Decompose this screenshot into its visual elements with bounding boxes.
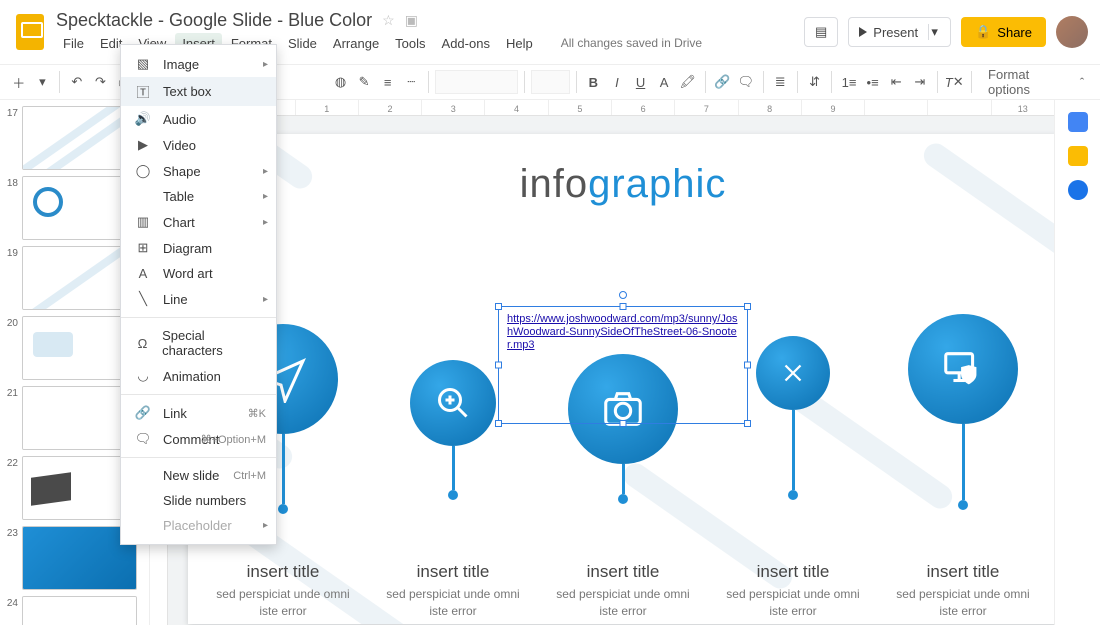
italic-button[interactable]: I — [606, 69, 628, 95]
fill-color-button[interactable]: ◍ — [330, 69, 352, 95]
save-status: All changes saved in Drive — [554, 33, 709, 54]
slide-thumb-24[interactable] — [22, 596, 137, 625]
toolbar-collapse[interactable]: ˆ — [1072, 75, 1092, 90]
comments-button[interactable]: ▤ — [804, 17, 838, 47]
resize-handle[interactable] — [620, 303, 627, 310]
text-color-button[interactable]: A — [653, 69, 675, 95]
account-avatar[interactable] — [1056, 16, 1088, 48]
image-icon: ▧ — [133, 56, 153, 72]
wordart-icon: A — [133, 266, 153, 281]
play-icon — [859, 27, 867, 37]
rotate-handle[interactable] — [619, 291, 627, 299]
menu-item-table[interactable]: Table▸ — [121, 184, 276, 209]
menu-slide[interactable]: Slide — [281, 33, 324, 54]
resize-handle[interactable] — [495, 420, 502, 427]
shape-icon: ◯ — [133, 163, 153, 179]
menu-item-slidenumbers[interactable]: Slide numbers — [121, 488, 276, 513]
align-button[interactable]: ≣ — [769, 69, 791, 95]
menu-item-shape[interactable]: ◯Shape▸ — [121, 158, 276, 184]
menu-item-line[interactable]: ╲Line▸ — [121, 286, 276, 312]
bold-button[interactable]: B — [583, 69, 605, 95]
menu-item-animation[interactable]: ◡Animation — [121, 363, 276, 389]
star-icon[interactable]: ☆ — [382, 12, 395, 29]
font-size[interactable] — [531, 70, 570, 94]
highlight-button[interactable]: 🖍 — [677, 69, 699, 95]
menu-item-video[interactable]: ▶Video — [121, 132, 276, 158]
border-dash-button[interactable]: ┈ — [401, 69, 423, 95]
menu-addons[interactable]: Add-ons — [435, 33, 497, 54]
redo-button[interactable]: ↷ — [90, 69, 112, 95]
slide-canvas[interactable]: infographic insert titlesed perspiciat u… — [188, 134, 1054, 624]
resize-handle[interactable] — [744, 303, 751, 310]
menu-item-textbox[interactable]: 🅃Text box — [121, 77, 276, 106]
format-options[interactable]: Format options — [978, 67, 1070, 97]
clear-format-button[interactable]: T✕ — [943, 69, 965, 95]
diagram-icon: ⊞ — [133, 240, 153, 256]
menu-item-link[interactable]: 🔗Link⌘K — [121, 400, 276, 426]
menu-help[interactable]: Help — [499, 33, 540, 54]
menu-item-wordart[interactable]: AWord art — [121, 261, 276, 286]
menu-item-special[interactable]: ΩSpecial characters — [121, 323, 276, 363]
resize-handle[interactable] — [620, 420, 627, 427]
horizontal-ruler: 112345678913 — [168, 100, 1054, 116]
border-weight-button[interactable]: ≡ — [377, 69, 399, 95]
tasks-icon[interactable] — [1068, 180, 1088, 200]
document-title[interactable]: Specktackle - Google Slide - Blue Color — [56, 10, 372, 31]
line-spacing-button[interactable]: ⇵ — [804, 69, 826, 95]
increase-indent-button[interactable]: ⇥ — [909, 69, 931, 95]
menu-item-placeholder: Placeholder▸ — [121, 513, 276, 538]
selected-textbox[interactable]: https://www.joshwoodward.com/mp3/sunny/J… — [498, 306, 748, 424]
resize-handle[interactable] — [495, 362, 502, 369]
resize-handle[interactable] — [744, 362, 751, 369]
lock-icon: 🔒 — [975, 24, 991, 40]
circle-zoom-icon[interactable] — [410, 360, 496, 446]
share-button[interactable]: 🔒 Share — [961, 17, 1046, 47]
keep-icon[interactable] — [1068, 146, 1088, 166]
side-rail — [1054, 100, 1100, 625]
menu-tools[interactable]: Tools — [388, 33, 432, 54]
new-slide-button[interactable]: ＋ — [8, 69, 30, 95]
numbered-list-button[interactable]: 1≡ — [838, 69, 860, 95]
video-icon: ▶ — [133, 137, 153, 153]
insert-comment-button[interactable]: 🗨 — [735, 69, 757, 95]
menu-item-audio[interactable]: 🔊Audio — [121, 106, 276, 132]
border-color-button[interactable]: ✎ — [353, 69, 375, 95]
slide-title[interactable]: infographic — [188, 162, 1054, 207]
present-dropdown[interactable]: ▾ — [928, 24, 940, 40]
new-slide-dropdown[interactable]: ▾ — [32, 69, 54, 95]
comment-icon: 🗨 — [133, 431, 153, 447]
menu-file[interactable]: File — [56, 33, 91, 54]
link-icon: 🔗 — [133, 405, 153, 421]
font-select[interactable] — [435, 70, 518, 94]
menu-arrange[interactable]: Arrange — [326, 33, 386, 54]
slides-logo — [12, 14, 48, 50]
menu-item-comment[interactable]: 🗨Comment⌘+Option+M — [121, 426, 276, 452]
canvas-area[interactable]: 112345678913 infographic insert titlesed… — [150, 100, 1054, 625]
omega-icon: Ω — [133, 336, 152, 351]
present-button[interactable]: Present ▾ — [848, 17, 951, 47]
audio-icon: 🔊 — [133, 111, 153, 127]
move-folder-icon[interactable]: ▣ — [405, 12, 418, 29]
insert-menu-dropdown: ▧Image▸ 🅃Text box 🔊Audio ▶Video ◯Shape▸ … — [120, 44, 277, 545]
circle-tools-icon[interactable] — [756, 336, 830, 410]
decrease-indent-button[interactable]: ⇤ — [885, 69, 907, 95]
calendar-icon[interactable] — [1068, 112, 1088, 132]
menu-item-newslide[interactable]: New slideCtrl+M — [121, 463, 276, 488]
menu-item-image[interactable]: ▧Image▸ — [121, 51, 276, 77]
textbox-icon: 🅃 — [133, 82, 153, 101]
resize-handle[interactable] — [495, 303, 502, 310]
underline-button[interactable]: U — [630, 69, 652, 95]
menu-item-diagram[interactable]: ⊞Diagram — [121, 235, 276, 261]
textbox-link-text[interactable]: https://www.joshwoodward.com/mp3/sunny/J… — [507, 313, 739, 353]
undo-button[interactable]: ↶ — [66, 69, 88, 95]
line-icon: ╲ — [133, 291, 153, 307]
animation-icon: ◡ — [133, 368, 153, 384]
bulleted-list-button[interactable]: •≡ — [862, 69, 884, 95]
resize-handle[interactable] — [744, 420, 751, 427]
chart-icon: ▥ — [133, 214, 153, 230]
insert-link-button[interactable]: 🔗 — [711, 69, 733, 95]
menu-item-chart[interactable]: ▥Chart▸ — [121, 209, 276, 235]
circle-shield-icon[interactable] — [908, 314, 1018, 424]
